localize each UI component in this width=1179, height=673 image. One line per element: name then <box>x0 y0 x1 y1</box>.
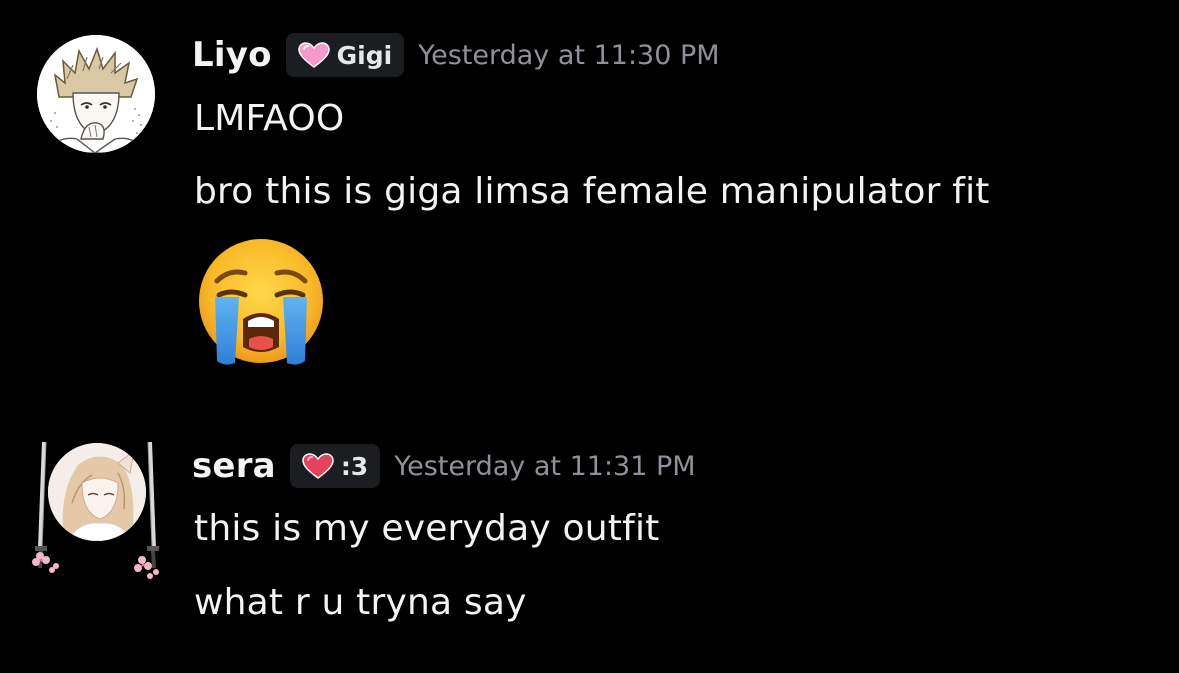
message-text: what r u tryna say <box>194 582 527 623</box>
timestamp[interactable]: Yesterday at 11:30 PM <box>418 40 719 71</box>
username[interactable]: Liyo <box>192 35 272 75</box>
message-header: sera :3 Yesterday at 11:31 PM <box>192 442 696 490</box>
message-liyo: Liyo Gigi Yesterday at 11:30 PM LMFAOO b… <box>0 0 1179 400</box>
avatar-portrait-icon <box>37 35 155 153</box>
avatar-portrait-icon <box>48 443 146 541</box>
timestamp[interactable]: Yesterday at 11:31 PM <box>394 451 695 482</box>
loudly-crying-face-emoji <box>199 239 323 365</box>
guild-tag[interactable]: Gigi <box>285 33 405 77</box>
avatar[interactable] <box>37 35 155 153</box>
guild-tag[interactable]: :3 <box>289 444 381 488</box>
message-text: LMFAOO <box>194 98 345 139</box>
message-header: Liyo Gigi Yesterday at 11:30 PM <box>192 31 720 79</box>
red-heart-icon <box>302 453 334 479</box>
username[interactable]: sera <box>192 446 276 486</box>
guild-tag-label: :3 <box>340 451 369 481</box>
message-sera: sera :3 Yesterday at 11:31 PM this is my… <box>0 420 1179 673</box>
message-text: this is my everyday outfit <box>194 508 660 549</box>
avatar[interactable] <box>48 443 146 541</box>
guild-tag-label: Gigi <box>336 40 393 70</box>
message-text: bro this is giga limsa female manipulato… <box>194 171 990 212</box>
pink-heart-icon <box>297 42 330 68</box>
